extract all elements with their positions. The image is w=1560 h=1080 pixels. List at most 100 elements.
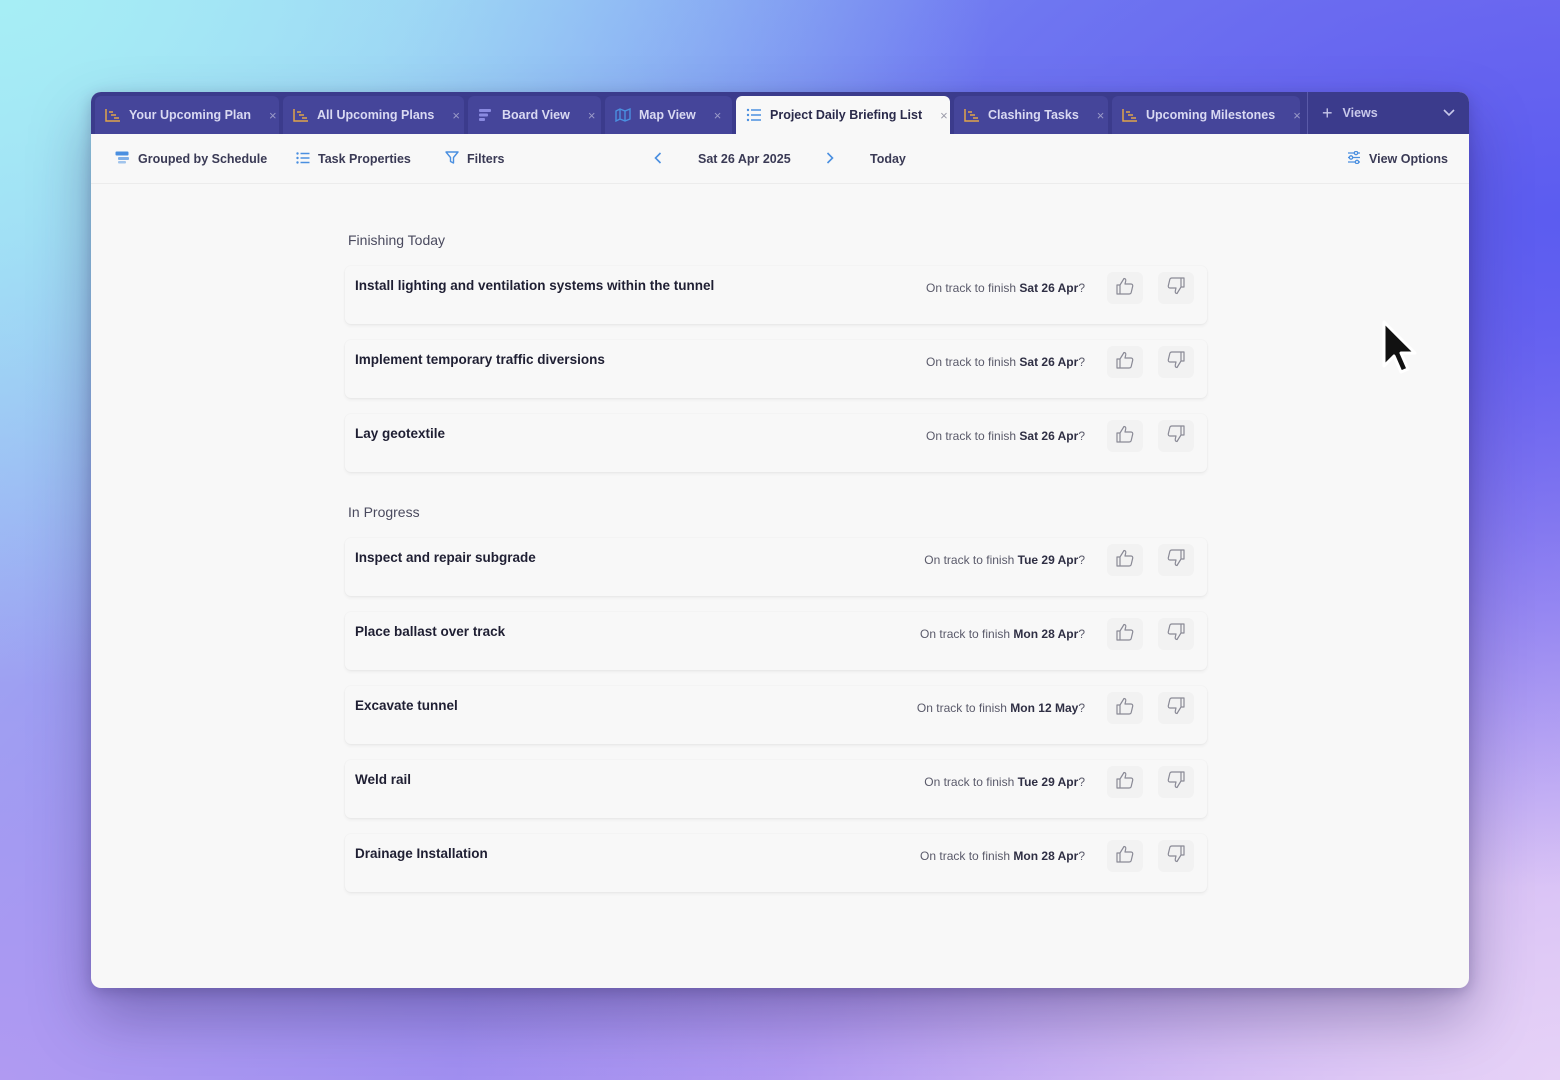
close-icon[interactable]: ×	[940, 108, 948, 123]
tab-project-daily-briefing-list[interactable]: Project Daily Briefing List ×	[736, 96, 950, 134]
thumbs-down-icon	[1166, 548, 1186, 572]
next-day-button[interactable]	[826, 134, 834, 184]
task-name: Install lighting and ventilation systems…	[355, 278, 715, 293]
thumbs-down-icon	[1166, 276, 1186, 300]
filters-label: Filters	[467, 152, 505, 166]
today-label: Today	[870, 152, 906, 166]
tab-upcoming-milestones[interactable]: Upcoming Milestones ×	[1112, 96, 1301, 134]
views-menu[interactable]: + Views	[1307, 92, 1455, 134]
thumbs-down-button[interactable]	[1158, 840, 1194, 872]
task-properties-button[interactable]: Task Properties	[296, 134, 411, 184]
thumbs-up-button[interactable]	[1107, 544, 1143, 576]
task-status: On track to finish Mon 12 May?	[916, 701, 1085, 715]
close-icon[interactable]: ×	[714, 108, 722, 123]
list-item[interactable]: Drainage Installation On track to finish…	[345, 834, 1207, 892]
list-item[interactable]: Install lighting and ventilation systems…	[345, 266, 1207, 324]
task-status: On track to finish Tue 29 Apr?	[924, 553, 1085, 567]
gantt-icon	[105, 108, 121, 122]
tab-board-view[interactable]: Board View ×	[468, 96, 601, 134]
thumbs-up-button[interactable]	[1107, 840, 1143, 872]
thumbs-down-icon	[1166, 622, 1186, 646]
thumbs-up-icon	[1115, 697, 1135, 720]
tab-label: Upcoming Milestones	[1146, 108, 1276, 122]
group-icon	[115, 151, 130, 167]
list-item[interactable]: Weld rail On track to finish Tue 29 Apr?	[345, 760, 1207, 818]
board-icon	[478, 108, 494, 122]
tab-your-upcoming-plan[interactable]: Your Upcoming Plan ×	[95, 96, 279, 134]
list-item[interactable]: Place ballast over track On track to fin…	[345, 612, 1207, 670]
thumbs-down-icon	[1166, 350, 1186, 374]
gantt-icon	[293, 108, 309, 122]
thumbs-down-button[interactable]	[1158, 544, 1194, 576]
thumbs-up-icon	[1115, 351, 1135, 374]
thumbs-up-button[interactable]	[1107, 618, 1143, 650]
today-button[interactable]: Today	[870, 134, 906, 184]
view-options-label: View Options	[1369, 152, 1448, 166]
app-window: Your Upcoming Plan × All Upcoming Plans …	[91, 92, 1469, 988]
chevron-left-icon	[654, 151, 662, 167]
thumbs-up-button[interactable]	[1107, 346, 1143, 378]
close-icon[interactable]: ×	[1097, 108, 1105, 123]
task-name: Lay geotextile	[355, 426, 446, 441]
tab-map-view[interactable]: Map View ×	[605, 96, 732, 134]
thumbs-down-button[interactable]	[1158, 692, 1194, 724]
list-item[interactable]: Implement temporary traffic diversions O…	[345, 340, 1207, 398]
list-item[interactable]: Excavate tunnel On track to finish Mon 1…	[345, 686, 1207, 744]
thumbs-down-icon	[1166, 696, 1186, 720]
task-name: Place ballast over track	[355, 624, 506, 639]
date-label: Sat 26 Apr 2025	[698, 152, 791, 166]
thumbs-down-button[interactable]	[1158, 618, 1194, 650]
tab-label: Map View	[639, 108, 696, 122]
thumbs-down-icon	[1166, 424, 1186, 448]
thumbs-up-icon	[1115, 549, 1135, 572]
toolbar: Grouped by Schedule Task Properties Filt…	[91, 134, 1469, 184]
thumbs-up-button[interactable]	[1107, 692, 1143, 724]
task-status: On track to finish Mon 28 Apr?	[920, 849, 1085, 863]
section-title: Finishing Today	[348, 232, 446, 248]
close-icon[interactable]: ×	[1293, 108, 1301, 123]
thumbs-up-button[interactable]	[1107, 272, 1143, 304]
tab-label: Project Daily Briefing List	[770, 108, 923, 122]
list-icon	[746, 108, 762, 122]
view-options-button[interactable]: View Options	[1347, 134, 1448, 184]
thumbs-up-icon	[1115, 845, 1135, 868]
filter-icon	[445, 151, 459, 167]
task-status: On track to finish Sat 26 Apr?	[926, 429, 1085, 443]
close-icon[interactable]: ×	[452, 108, 460, 123]
views-label: Views	[1342, 106, 1378, 120]
tab-clashing-tasks[interactable]: Clashing Tasks ×	[954, 96, 1108, 134]
thumbs-down-button[interactable]	[1158, 420, 1194, 452]
thumbs-down-button[interactable]	[1158, 766, 1194, 798]
thumbs-up-button[interactable]	[1107, 420, 1143, 452]
list-item[interactable]: Inspect and repair subgrade On track to …	[345, 538, 1207, 596]
task-name: Inspect and repair subgrade	[355, 550, 536, 565]
close-icon[interactable]: ×	[269, 108, 277, 123]
thumbs-up-icon	[1115, 425, 1135, 448]
grouped-by-schedule-button[interactable]: Grouped by Schedule	[115, 134, 267, 184]
task-name: Excavate tunnel	[355, 698, 458, 713]
tab-bar: Your Upcoming Plan × All Upcoming Plans …	[91, 92, 1469, 134]
thumbs-up-button[interactable]	[1107, 766, 1143, 798]
current-date[interactable]: Sat 26 Apr 2025	[698, 134, 791, 184]
chevron-right-icon	[826, 151, 834, 167]
tab-label: Clashing Tasks	[988, 108, 1079, 122]
previous-day-button[interactable]	[654, 134, 662, 184]
tab-all-upcoming-plans[interactable]: All Upcoming Plans ×	[283, 96, 464, 134]
thumbs-down-button[interactable]	[1158, 272, 1194, 304]
task-name: Weld rail	[355, 772, 412, 787]
list-icon	[296, 151, 310, 167]
task-status: On track to finish Sat 26 Apr?	[926, 281, 1085, 295]
group-label: Grouped by Schedule	[138, 152, 268, 166]
tab-label: All Upcoming Plans	[317, 108, 435, 122]
thumbs-down-button[interactable]	[1158, 346, 1194, 378]
filters-button[interactable]: Filters	[445, 134, 505, 184]
plus-icon: +	[1322, 102, 1333, 123]
map-icon	[615, 108, 631, 122]
chevron-down-icon	[1443, 106, 1455, 120]
gantt-icon	[1122, 108, 1138, 122]
properties-label: Task Properties	[318, 152, 411, 166]
close-icon[interactable]: ×	[588, 108, 596, 123]
list-item[interactable]: Lay geotextile On track to finish Sat 26…	[345, 414, 1207, 472]
task-status: On track to finish Tue 29 Apr?	[924, 775, 1085, 789]
gantt-icon	[964, 108, 980, 122]
